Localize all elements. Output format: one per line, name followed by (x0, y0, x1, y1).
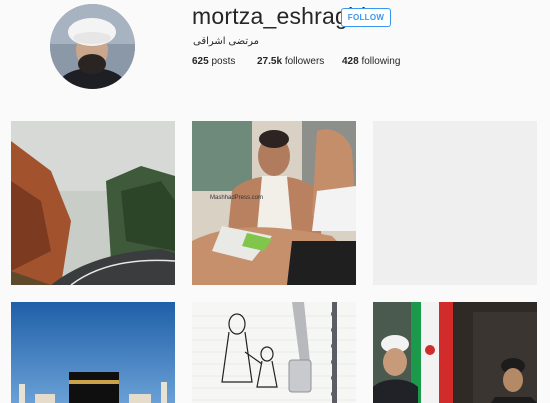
post-foggy-road[interactable] (11, 121, 175, 285)
foggy-road-image (11, 121, 175, 285)
profile-avatar (50, 4, 135, 89)
post-empty-placeholder[interactable] (373, 121, 537, 285)
kaaba-image (11, 302, 175, 403)
post-kaaba[interactable] (11, 302, 175, 403)
notebook-drawing-image (192, 302, 356, 403)
stat-following[interactable]: 428 following (342, 56, 400, 67)
stat-posts-label: posts (211, 56, 236, 67)
stat-followers-label: followers (284, 56, 325, 67)
stat-following-label: following (361, 56, 401, 67)
avatar-image (50, 4, 135, 89)
stat-posts: 625 posts (192, 56, 235, 67)
cleric-flag-image (373, 302, 537, 403)
stat-posts-count: 625 (192, 56, 209, 67)
post-cleric-flag[interactable] (373, 302, 537, 403)
watermark-text: MashhadPress.com (210, 195, 264, 201)
stat-followers-count: 27.5k (257, 56, 283, 67)
profile-full-name: مرتضی اشراقی (193, 36, 260, 47)
stat-followers[interactable]: 27.5k followers (257, 56, 324, 67)
stat-following-count: 428 (342, 56, 359, 67)
man-photo-image (192, 121, 356, 285)
follow-button[interactable]: FOLLOW (341, 8, 391, 27)
post-notebook-drawing[interactable] (192, 302, 356, 403)
post-man-photo[interactable]: MashhadPress.com (192, 121, 356, 285)
